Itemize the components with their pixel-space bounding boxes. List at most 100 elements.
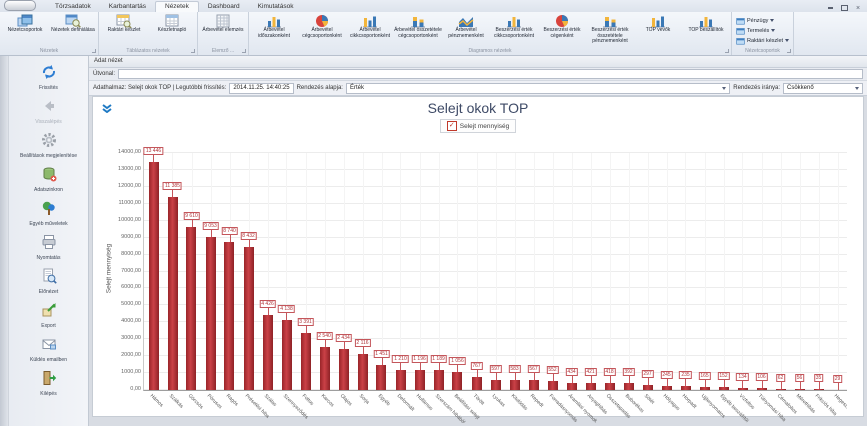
dialog-launcher[interactable]: [191, 49, 195, 53]
bar[interactable]: [396, 370, 406, 390]
bar[interactable]: [795, 389, 805, 390]
bar[interactable]: [624, 383, 634, 390]
bar[interactable]: [376, 365, 386, 390]
bar[interactable]: [719, 387, 729, 390]
tab-1[interactable]: Törzsadatok: [46, 2, 100, 12]
bar[interactable]: [700, 387, 710, 390]
sidebar-item[interactable]: Frissítés: [9, 61, 88, 95]
bar[interactable]: [206, 237, 216, 390]
sort-by-select[interactable]: Érték: [346, 83, 730, 94]
bar[interactable]: [681, 386, 691, 390]
sidebar-item[interactable]: Küldés emailben: [9, 333, 88, 367]
ribbon-button[interactable]: Árbevétel elemzés: [199, 13, 247, 34]
category-gridline: [648, 153, 649, 390]
ribbon-button[interactable]: TOP beszállítók: [682, 13, 730, 34]
ribbon-button[interactable]: Beszerzési érték cégenként: [538, 13, 586, 39]
category-gridline: [667, 153, 668, 390]
ribbon-button[interactable]: Raktári készlet: [100, 13, 148, 34]
bar[interactable]: [149, 162, 159, 390]
tab-2[interactable]: Karbantartás: [100, 2, 155, 12]
y-tick-label: 2000,00: [121, 352, 141, 358]
dialog-launcher[interactable]: [787, 49, 791, 53]
bar[interactable]: [738, 388, 748, 390]
bar-label-connector: [457, 365, 458, 372]
ribbon-button[interactable]: Beszerzési érték cikkcsoportonként: [490, 13, 538, 39]
main-area: FrissítésVisszalépésBeállítások megjelen…: [0, 56, 867, 426]
x-axis-labels: HámosSzálkásGörcsösPórusosRagósPréselési…: [143, 391, 847, 423]
dialog-launcher[interactable]: [725, 49, 729, 53]
tab-5[interactable]: Kimutatások: [249, 2, 303, 12]
ribbon-button[interactable]: TOP vevők: [634, 13, 682, 34]
y-tick-label: 5000,00: [121, 301, 141, 307]
sidebar-item[interactable]: Egyéb műveletek: [9, 197, 88, 231]
bar[interactable]: [358, 354, 368, 390]
ribbon-button[interactable]: Nézetcsoportok: [1, 13, 49, 34]
bar-value-label: 245: [660, 371, 672, 379]
bar[interactable]: [301, 333, 311, 390]
tab-4[interactable]: Dashboard: [199, 2, 249, 12]
bar[interactable]: [263, 315, 273, 390]
sidebar-item[interactable]: Beállítások megjelenítése: [9, 129, 88, 163]
bar[interactable]: [339, 349, 349, 390]
bar[interactable]: [548, 381, 558, 390]
ribbon-menu-item[interactable]: Pénzügy: [736, 17, 789, 25]
bar[interactable]: [472, 377, 482, 390]
x-tick-label: Szálas: [262, 393, 277, 408]
application-button[interactable]: [4, 0, 36, 11]
bar-value-label: 418: [603, 368, 615, 376]
ribbon-button[interactable]: Árbevétel pénznemenként: [442, 13, 490, 39]
ribbon-button[interactable]: Készletnapló: [148, 13, 196, 34]
ribbon-button[interactable]: Árbevétel időszakonként: [250, 13, 298, 39]
bar[interactable]: [434, 370, 444, 390]
sidebar-item[interactable]: Export: [9, 299, 88, 333]
bar[interactable]: [244, 247, 254, 390]
dialog-launcher[interactable]: [92, 49, 96, 53]
bar-label-connector: [742, 381, 743, 388]
sidebar-item[interactable]: Adatszinkron: [9, 163, 88, 197]
bar[interactable]: [491, 380, 501, 390]
tab-3[interactable]: Nézetek: [155, 1, 199, 12]
minimize-button[interactable]: [825, 4, 835, 12]
bar[interactable]: [510, 380, 520, 390]
bar[interactable]: [757, 388, 767, 390]
bar[interactable]: [224, 242, 234, 390]
ribbon-button[interactable]: Beszerzési érték összetétele pénznemenké…: [586, 13, 634, 45]
ribbon-button[interactable]: Nézetek definiálása: [49, 13, 97, 34]
sidebar-item-label: Egyéb műveletek: [29, 222, 67, 228]
bar[interactable]: [662, 386, 672, 390]
collapse-chevron-icon[interactable]: [101, 100, 113, 118]
ribbon-button[interactable]: Árbevétel cikkcsoportonként: [346, 13, 394, 39]
sidebar-item-label: Beállítások megjelenítése: [20, 154, 77, 160]
bar[interactable]: [586, 383, 596, 390]
bar[interactable]: [282, 320, 292, 390]
bar-value-label: 2 540: [316, 332, 333, 340]
ribbon-menu-item[interactable]: Raktári készlet: [736, 37, 789, 45]
sidebar-item[interactable]: Nyomtatás: [9, 231, 88, 265]
bar[interactable]: [320, 347, 330, 390]
sidebar-item[interactable]: Kilépés: [9, 367, 88, 401]
last-refresh-field[interactable]: 2014.11.25. 14:40:25: [229, 83, 293, 94]
bar[interactable]: [567, 383, 577, 390]
bar[interactable]: [168, 197, 178, 390]
legend-checkbox[interactable]: ✓: [447, 121, 457, 131]
bar-value-label: 597: [489, 365, 501, 373]
bar[interactable]: [776, 389, 786, 390]
maximize-button[interactable]: [839, 4, 849, 12]
bar[interactable]: [605, 383, 615, 390]
bar[interactable]: [529, 380, 539, 390]
bar[interactable]: [643, 385, 653, 390]
sort-direction-select[interactable]: Csökkenő: [783, 83, 863, 94]
bar[interactable]: [186, 227, 196, 390]
ribbon-menu-item[interactable]: Termelés: [736, 27, 789, 35]
bar[interactable]: [415, 370, 425, 390]
bar-value-label: 297: [641, 370, 653, 378]
close-button[interactable]: ×: [853, 4, 863, 12]
path-input[interactable]: [118, 69, 863, 79]
ribbon-button[interactable]: Árbevétel összetétele cégcsoportonként: [394, 13, 442, 39]
dialog-launcher[interactable]: [242, 49, 246, 53]
ribbon-button[interactable]: Árbevétel cégcsoportonként: [298, 13, 346, 39]
sidebar-item[interactable]: Előnézet: [9, 265, 88, 299]
bar[interactable]: [814, 389, 824, 390]
bar[interactable]: [452, 372, 462, 390]
x-tick-label: Sötét: [643, 393, 656, 406]
